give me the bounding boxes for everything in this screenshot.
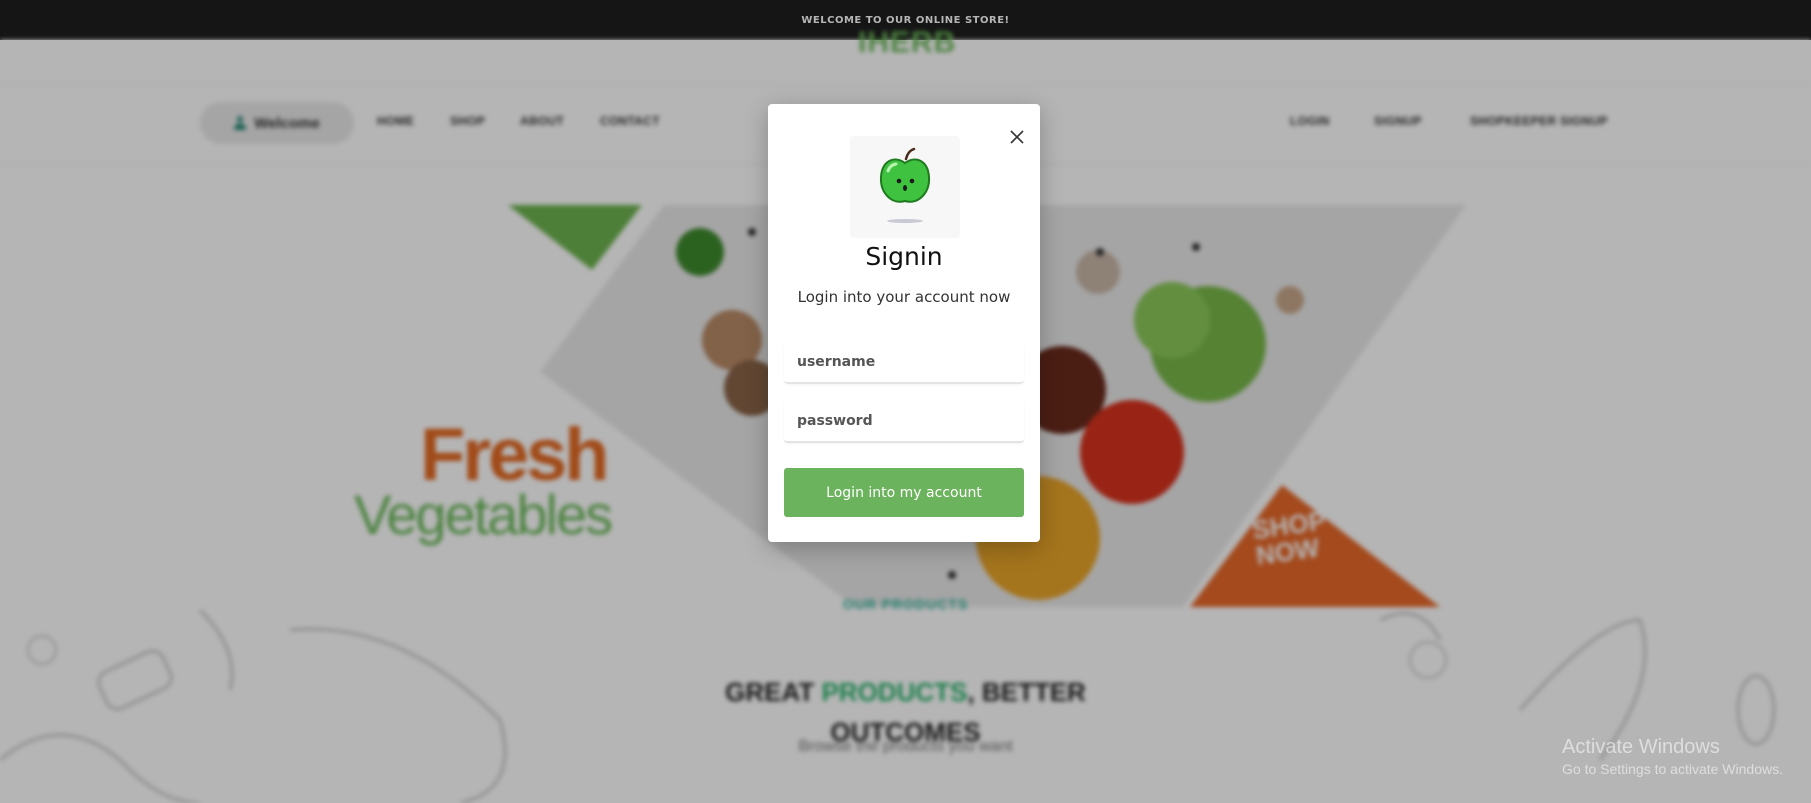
watermark-subtitle: Go to Settings to activate Windows. [1562,761,1783,777]
close-button[interactable] [1006,126,1028,148]
watermark-title: Activate Windows [1562,736,1720,758]
username-input[interactable] [784,342,1024,384]
password-input[interactable] [784,401,1024,443]
modal-title: Signin [865,242,943,271]
apple-icon [879,147,931,223]
modal-subtitle: Login into your account now [797,288,1011,306]
close-icon [1010,130,1024,144]
login-button[interactable]: Login into my account [784,468,1024,517]
signin-logo [850,136,960,238]
windows-activation-watermark: Activate Windows Go to Settings to activ… [1562,736,1783,777]
signin-modal: Signin Login into your account now Login… [768,104,1040,542]
